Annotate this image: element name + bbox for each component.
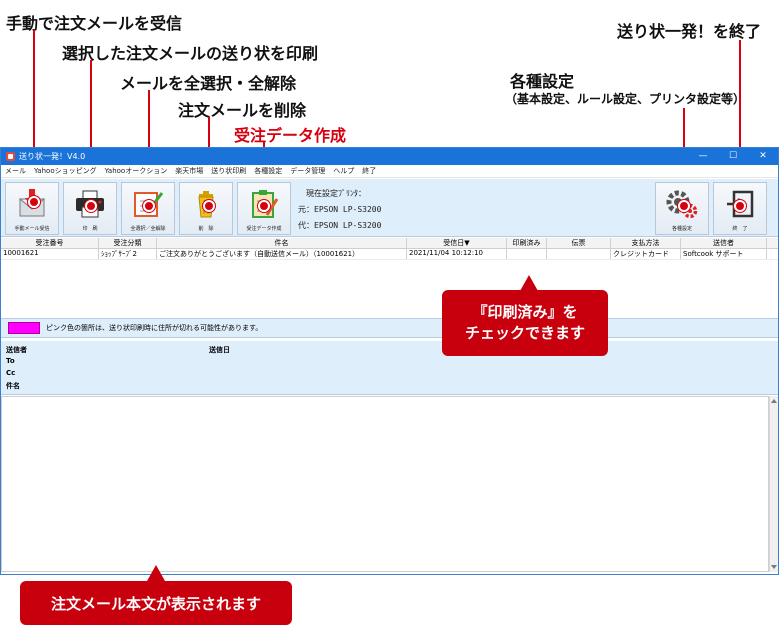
create-data-label: 受注データ作成 bbox=[246, 226, 282, 232]
cell-received: 2021/11/04 10:12:10 bbox=[407, 249, 507, 259]
delete-label: 削 除 bbox=[198, 226, 214, 232]
col-slip[interactable]: 伝票 bbox=[547, 238, 611, 248]
manual-receive-label: 手動メール受信 bbox=[14, 226, 50, 232]
annotation-exit: 送り状一発！を終了 bbox=[617, 22, 762, 41]
printer-heading: 現在設定ﾌﾟﾘﾝﾀ： bbox=[306, 189, 366, 198]
cell-subject: ご注文ありがとうございます（自動送信メール）（10001621） bbox=[157, 249, 407, 259]
col-subject[interactable]: 件名 bbox=[157, 238, 407, 248]
menu-print[interactable]: 送り状印刷 bbox=[211, 166, 246, 176]
cell-sender: Softcook サポート bbox=[681, 249, 767, 259]
menu-data[interactable]: データ管理 bbox=[290, 166, 325, 176]
annotation-settings-sub: （基本設定、ルール設定、プリンタ設定等） bbox=[505, 92, 746, 106]
annotation-print-selected: 選択した注文メールの送り状を印刷 bbox=[62, 44, 319, 63]
window-title: 送り状一発！V4.0 bbox=[19, 152, 86, 161]
leader-dot-exit bbox=[734, 200, 746, 212]
annotation-delete-mail: 注文メールを削除 bbox=[178, 101, 307, 120]
menu-settings[interactable]: 各種設定 bbox=[254, 166, 282, 176]
sent-date-label: 送信日 bbox=[209, 346, 230, 354]
printed-callout: 『印刷済み』を チェックできます bbox=[442, 290, 608, 356]
body-callout-text: 注文メール本文が表示されます bbox=[50, 594, 261, 613]
col-payment[interactable]: 支払方法 bbox=[611, 238, 681, 248]
leader-dot-delete bbox=[203, 200, 215, 212]
cell-order-type: ｼｮｯﾌﾟｻｰﾌﾞ2 bbox=[99, 249, 157, 259]
col-order-type[interactable]: 受注分類 bbox=[99, 238, 157, 248]
exit-label: 終 了 bbox=[732, 226, 748, 232]
printer-main: 元：EPSON LP-S3200 bbox=[298, 205, 382, 214]
sender-label: 送信者 bbox=[6, 346, 27, 354]
maximize-button[interactable]: ☐ bbox=[718, 148, 748, 165]
cell-slip bbox=[547, 249, 611, 259]
mail-body-scrollbar[interactable] bbox=[769, 396, 778, 572]
cell-payment: クレジットカード bbox=[611, 249, 681, 259]
notice-bar: ピンク色の箇所は、送り状印刷時に住所が切れる可能性があります。 bbox=[1, 318, 778, 338]
menu-mail[interactable]: メール bbox=[5, 166, 26, 176]
minimize-button[interactable]: — bbox=[688, 148, 718, 165]
leader-dot-select bbox=[143, 200, 155, 212]
col-received[interactable]: 受信日▼ bbox=[407, 238, 507, 248]
scroll-down-icon[interactable] bbox=[771, 565, 777, 569]
app-icon bbox=[6, 152, 15, 161]
menu-bar: メール Yahooショッピング Yahooオークション 楽天市場 送り状印刷 各… bbox=[1, 165, 778, 178]
toolbar: 手動メール受信 印 刷 全選択／全解除 削 除 受注データ作成 現在設定ﾌﾟﾘﾝ… bbox=[1, 179, 778, 237]
annotation-settings: 各種設定 bbox=[510, 72, 575, 91]
col-order-number[interactable]: 受注番号 bbox=[1, 238, 99, 248]
cc-label: Cc bbox=[6, 369, 16, 377]
annotation-create-data: 受注データ作成 bbox=[234, 126, 347, 145]
printer-info: 現在設定ﾌﾟﾘﾝﾀ： 元：EPSON LP-S3200 代：EPSON LP-S… bbox=[298, 186, 381, 234]
printer-sub: 代：EPSON LP-S3200 bbox=[298, 221, 382, 230]
menu-exit[interactable]: 終了 bbox=[362, 166, 376, 176]
scroll-up-icon[interactable] bbox=[771, 399, 777, 403]
menu-yahoo-shopping[interactable]: Yahooショッピング bbox=[34, 166, 97, 176]
menu-yahoo-auction[interactable]: Yahooオークション bbox=[105, 166, 168, 176]
leader-dot-receive bbox=[28, 196, 40, 208]
table-row[interactable]: 10001621 ｼｮｯﾌﾟｻｰﾌﾞ2 ご注文ありがとうございます（自動送信メー… bbox=[1, 249, 778, 260]
cell-printed-checkbox[interactable] bbox=[507, 249, 547, 259]
close-button[interactable]: ✕ bbox=[748, 148, 778, 165]
to-label: To bbox=[6, 357, 15, 365]
subject-label: 件名 bbox=[6, 382, 20, 390]
menu-help[interactable]: ヘルプ bbox=[333, 166, 354, 176]
mail-header-panel: 送信者 送信日 To Cc 件名 bbox=[1, 341, 778, 395]
mail-list-header: 受注番号 受注分類 件名 受信日▼ 印刷済み 伝票 支払方法 送信者 bbox=[1, 238, 778, 249]
col-printed[interactable]: 印刷済み bbox=[507, 238, 547, 248]
menu-rakuten[interactable]: 楽天市場 bbox=[175, 166, 203, 176]
notice-text: ピンク色の箇所は、送り状印刷時に住所が切れる可能性があります。 bbox=[46, 324, 263, 332]
leader-dot-print bbox=[85, 200, 97, 212]
annotation-select-all: メールを全選択・全解除 bbox=[120, 74, 297, 93]
body-callout: 注文メール本文が表示されます bbox=[20, 581, 292, 625]
app-window: 送り状一発！V4.0 — ☐ ✕ メール Yahooショッピング Yahooオー… bbox=[0, 147, 779, 575]
mail-list: 受注番号 受注分類 件名 受信日▼ 印刷済み 伝票 支払方法 送信者 10001… bbox=[1, 238, 778, 318]
printed-callout-line2: チェックできます bbox=[464, 324, 585, 342]
body-callout-pointer bbox=[147, 565, 165, 581]
title-bar: 送り状一発！V4.0 — ☐ ✕ bbox=[1, 148, 778, 165]
settings-label: 各種設定 bbox=[671, 226, 692, 232]
print-label: 印 刷 bbox=[82, 226, 98, 232]
leader-dot-settings bbox=[678, 200, 690, 212]
manual-receive-button[interactable]: 手動メール受信 bbox=[5, 182, 59, 235]
select-all-label: 全選択／全解除 bbox=[130, 226, 166, 232]
cell-order-number: 10001621 bbox=[1, 249, 99, 259]
pink-swatch bbox=[8, 322, 40, 334]
leader-dot-create bbox=[258, 200, 270, 212]
mail-body-view[interactable] bbox=[1, 396, 769, 572]
col-sender[interactable]: 送信者 bbox=[681, 238, 767, 248]
printed-callout-line1: 『印刷済み』を bbox=[472, 303, 578, 321]
printed-callout-pointer bbox=[520, 275, 538, 291]
